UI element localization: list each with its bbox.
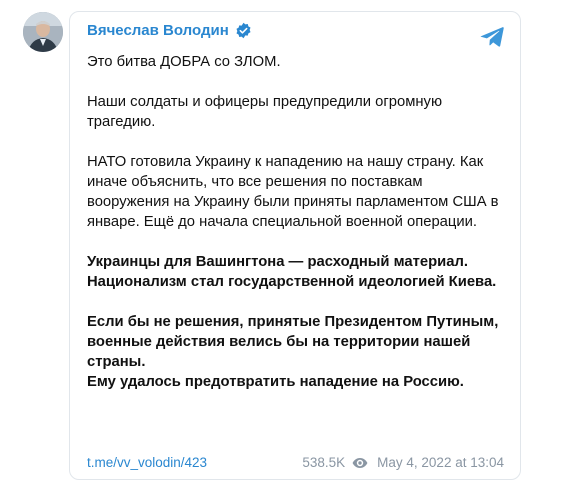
telegram-icon[interactable] (480, 26, 504, 48)
post-paragraph: Это битва ДОБРА со ЗЛОМ. (87, 54, 281, 70)
post-text: Это битва ДОБРА со ЗЛОМ. Наши солдаты и … (87, 52, 507, 412)
view-count: 538.5K (302, 455, 346, 470)
post-card: Вячеслав Володин Это битва ДОБРА со ЗЛОМ… (69, 11, 521, 480)
eye-icon (352, 457, 368, 468)
author-name[interactable]: Вячеслав Володин (87, 22, 229, 39)
post-link[interactable]: t.me/vv_volodin/423 (87, 455, 207, 470)
post-paragraph: Наши солдаты и офицеры предупредили огро… (87, 94, 443, 130)
post-footer: t.me/vv_volodin/423 538.5K May 4, 2022 a… (87, 455, 504, 470)
post-paragraph-bold: Если бы не решения, принятые Президентом… (87, 314, 499, 390)
post-date[interactable]: May 4, 2022 at 13:04 (377, 455, 504, 470)
post-header: Вячеслав Володин (87, 22, 252, 39)
post-paragraph: НАТО готовила Украину к нападению на наш… (87, 154, 499, 230)
verified-badge-icon (236, 22, 251, 39)
avatar[interactable] (23, 12, 63, 52)
post-paragraph-bold: Украинцы для Вашингтона — расходный мате… (87, 254, 497, 290)
post-meta: 538.5K May 4, 2022 at 13:04 (302, 455, 504, 470)
